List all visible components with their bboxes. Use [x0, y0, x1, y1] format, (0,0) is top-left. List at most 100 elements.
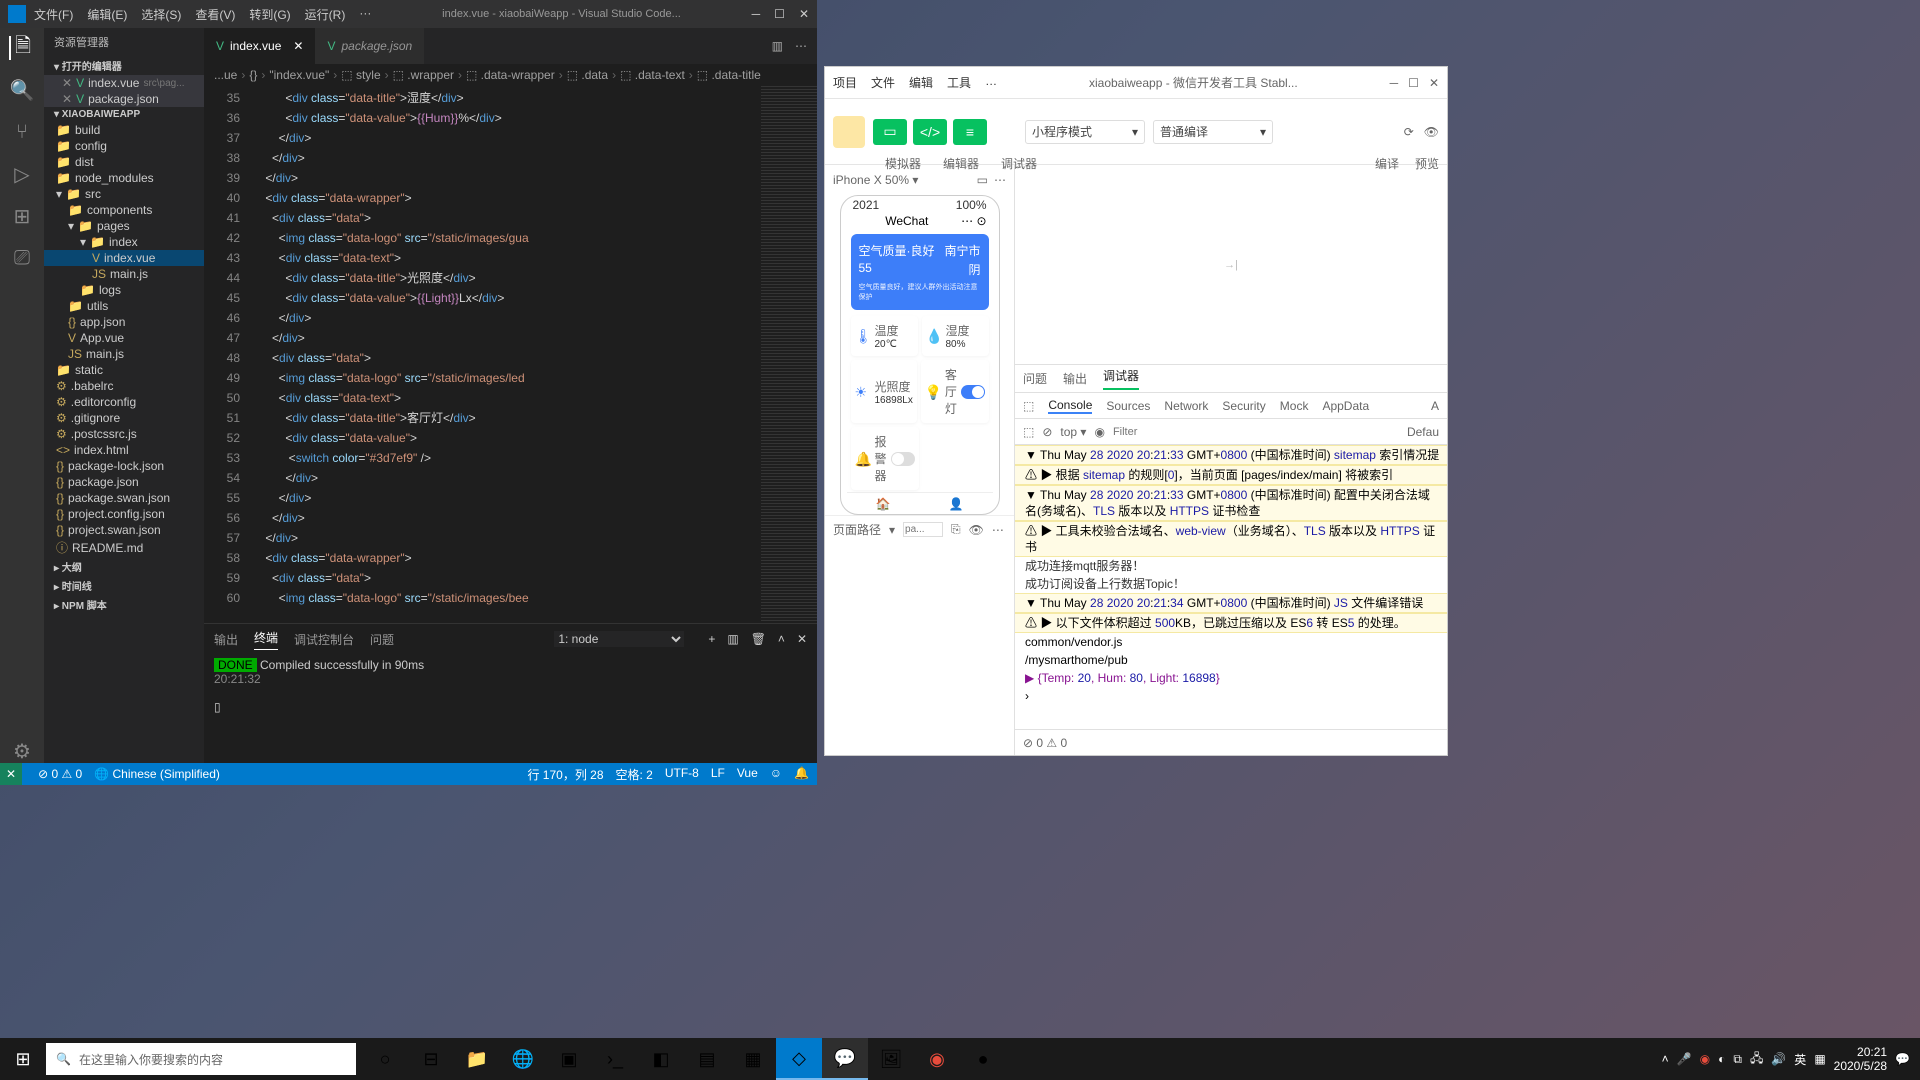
- taskbar-clock[interactable]: 20:21 2020/5/28: [1834, 1045, 1887, 1073]
- dev-tab[interactable]: 输出: [1063, 370, 1087, 387]
- tree-item[interactable]: V index.vue: [44, 250, 204, 266]
- indentation[interactable]: 空格: 2: [616, 766, 653, 783]
- menu-item[interactable]: 文件(F): [34, 6, 73, 23]
- compile-select[interactable]: 普通编译▾: [1153, 120, 1273, 144]
- tray-bt-icon[interactable]: ⧉: [1733, 1052, 1742, 1067]
- explorer-icon[interactable]: 🗎: [9, 36, 33, 60]
- tree-item[interactable]: V App.vue: [44, 330, 204, 346]
- section-header[interactable]: ▸ 时间线: [44, 576, 204, 595]
- minimap[interactable]: [761, 86, 817, 623]
- remote-icon[interactable]: ⎚: [10, 246, 34, 270]
- devtools-tab[interactable]: Sources: [1106, 399, 1150, 413]
- tree-item[interactable]: 📁 config: [44, 138, 204, 154]
- tree-item[interactable]: 📁 build: [44, 122, 204, 138]
- tree-item[interactable]: {} app.json: [44, 314, 204, 330]
- editor-tab[interactable]: V index.vue ✕: [204, 28, 315, 64]
- filter-input[interactable]: [1113, 426, 1399, 438]
- feedback-icon[interactable]: ☺: [770, 766, 782, 783]
- tray-app-icon[interactable]: ◉: [1700, 1052, 1710, 1066]
- section-header[interactable]: ▸ 大纲: [44, 557, 204, 576]
- app3-icon[interactable]: ●: [960, 1038, 1006, 1080]
- tray-up-icon[interactable]: ˄: [1662, 1052, 1669, 1066]
- devtools-tab[interactable]: Console: [1048, 398, 1092, 414]
- tree-item[interactable]: ⚙ .gitignore: [44, 410, 204, 426]
- open-file[interactable]: ✕ V index.vue src\pag...: [44, 75, 204, 91]
- tree-item[interactable]: ▾ 📁 index: [44, 234, 204, 250]
- devtools-tab[interactable]: Network: [1164, 399, 1208, 413]
- tray-app2-icon[interactable]: ◐: [1718, 1052, 1725, 1066]
- clear-icon[interactable]: ⊘: [1042, 425, 1052, 439]
- taskbar-search[interactable]: 🔍 在这里输入你要搜索的内容: [46, 1043, 356, 1075]
- tree-item[interactable]: ▾ 📁 pages: [44, 218, 204, 234]
- explorer-icon[interactable]: 📁: [454, 1038, 500, 1080]
- vscode-taskbar-icon[interactable]: ◇: [776, 1038, 822, 1080]
- feedback-button[interactable]: ✕: [0, 763, 22, 785]
- code-lines[interactable]: <div class="data-title">湿度</div> <div cl…: [252, 86, 761, 623]
- home-tab-icon[interactable]: 🏠: [876, 497, 891, 511]
- app2-icon[interactable]: ▤: [684, 1038, 730, 1080]
- menu-item[interactable]: 查看(V): [195, 6, 235, 23]
- rotate-icon[interactable]: ▭: [977, 173, 988, 187]
- split-terminal-icon[interactable]: ▥: [727, 632, 738, 646]
- app-icon[interactable]: ◧: [638, 1038, 684, 1080]
- photos-icon[interactable]: 🖼: [868, 1038, 914, 1080]
- inspect-icon[interactable]: ⬚: [1023, 399, 1034, 413]
- tree-item[interactable]: JS main.js: [44, 266, 204, 282]
- inspect-icon[interactable]: ⬚: [1023, 425, 1034, 439]
- tree-item[interactable]: 📁 dist: [44, 154, 204, 170]
- section-header[interactable]: ▸ NPM 脚本: [44, 595, 204, 614]
- menu-item[interactable]: 工具: [947, 74, 971, 91]
- minimize-icon[interactable]: ─: [752, 7, 761, 21]
- tray-ime-icon[interactable]: 英: [1794, 1051, 1806, 1068]
- tray-ime2-icon[interactable]: ▦: [1814, 1052, 1825, 1066]
- panel-tab[interactable]: 调试控制台: [294, 631, 354, 648]
- extensions-icon[interactable]: ⊞: [10, 204, 34, 228]
- dev-tab[interactable]: 调试器: [1103, 367, 1139, 390]
- tree-item[interactable]: {} project.swan.json: [44, 522, 204, 538]
- dev-tab[interactable]: 问题: [1023, 370, 1047, 387]
- maximize-icon[interactable]: ☐: [774, 7, 785, 21]
- tree-item[interactable]: {} package-lock.json: [44, 458, 204, 474]
- tree-item[interactable]: JS main.js: [44, 346, 204, 362]
- level-select[interactable]: Defau: [1407, 425, 1439, 439]
- breadcrumb[interactable]: ...ue › {} › "index.vue" › ⬚ style › ⬚ .…: [204, 64, 817, 86]
- maximize-icon[interactable]: ☐: [1408, 76, 1419, 90]
- tree-item[interactable]: 📁 logs: [44, 282, 204, 298]
- tray-net-icon[interactable]: 🖧: [1750, 1049, 1763, 1070]
- task-view-icon[interactable]: ⊟: [408, 1038, 454, 1080]
- page-path-input[interactable]: [903, 522, 943, 537]
- maximize-panel-icon[interactable]: ˄: [778, 632, 785, 646]
- panel-tab[interactable]: 问题: [370, 631, 394, 648]
- close-icon[interactable]: ✕: [1429, 76, 1439, 90]
- scm-icon[interactable]: ⑂: [10, 120, 34, 144]
- editor-button[interactable]: </>: [913, 119, 947, 145]
- tree-item[interactable]: 📁 utils: [44, 298, 204, 314]
- user-tab-icon[interactable]: 👤: [949, 497, 964, 511]
- eye-icon[interactable]: 👁: [969, 523, 984, 537]
- language-mode[interactable]: Vue: [737, 766, 758, 783]
- language-status[interactable]: 🌐 Chinese (Simplified): [94, 767, 220, 781]
- terminal-select[interactable]: 1: node: [554, 631, 684, 647]
- tree-item[interactable]: 📁 static: [44, 362, 204, 378]
- console-output[interactable]: ▼ Thu May 28 2020 20:21:33 GMT+0800 (中国标…: [1015, 445, 1447, 729]
- menu-item[interactable]: 文件: [871, 74, 895, 91]
- tray-mic-icon[interactable]: 🎤: [1677, 1052, 1692, 1066]
- close-icon[interactable]: ✕: [799, 7, 809, 21]
- terminal[interactable]: DONE Compiled successfully in 90ms 20:21…: [204, 654, 817, 763]
- project-header[interactable]: ▾ XIAOBAIWEAPP: [44, 107, 204, 122]
- context-select[interactable]: top ▾: [1060, 425, 1086, 439]
- avatar-icon[interactable]: [833, 116, 865, 148]
- live-icon[interactable]: ◉: [1094, 425, 1104, 439]
- tree-item[interactable]: ⚙ .editorconfig: [44, 394, 204, 410]
- terminal2-icon[interactable]: ›_: [592, 1038, 638, 1080]
- tree-item[interactable]: {} project.config.json: [44, 506, 204, 522]
- tree-item[interactable]: 📁 node_modules: [44, 170, 204, 186]
- devtools-tab[interactable]: Security: [1222, 399, 1265, 413]
- menu-item[interactable]: 运行(R): [305, 6, 346, 23]
- mode-select[interactable]: 小程序模式▾: [1025, 120, 1145, 144]
- music-icon[interactable]: ◉: [914, 1038, 960, 1080]
- cortana-icon[interactable]: ○: [362, 1038, 408, 1080]
- notifications-icon[interactable]: 💬: [1895, 1052, 1910, 1066]
- preview-icon[interactable]: 👁: [1424, 125, 1439, 139]
- kill-terminal-icon[interactable]: 🗑: [751, 632, 766, 646]
